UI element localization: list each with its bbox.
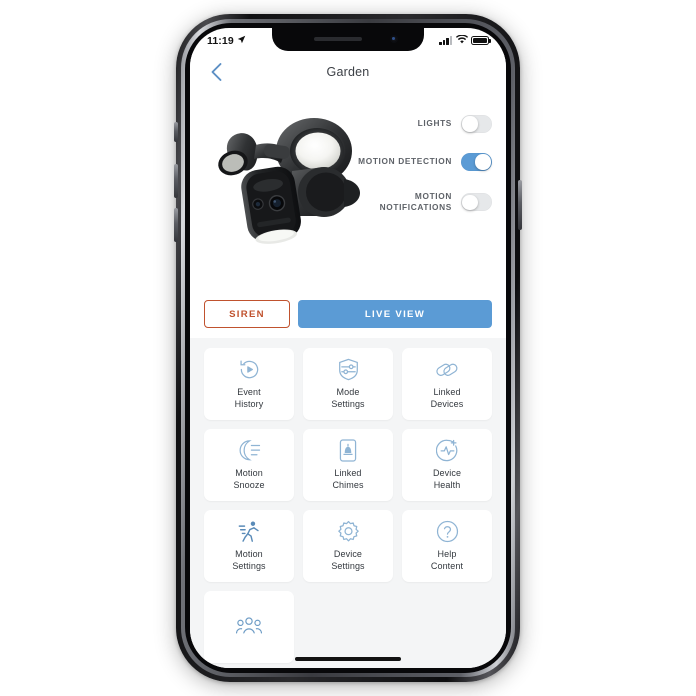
volume-down-button[interactable] — [174, 208, 178, 242]
tile-mode-settings[interactable]: Mode Settings — [303, 348, 393, 420]
tile-event-history[interactable]: Event History — [204, 348, 294, 420]
tile-label: Device Settings — [331, 548, 365, 571]
motion-settings-icon — [238, 520, 261, 544]
lights-toggle-row: LIGHTS — [358, 115, 492, 133]
status-bar-left: 11:19 — [207, 35, 246, 47]
siren-button[interactable]: SIREN — [204, 300, 290, 328]
tile-help-content[interactable]: Help Content — [402, 510, 492, 582]
status-bar-right — [439, 33, 491, 47]
device-health-icon — [435, 439, 459, 463]
volume-up-button[interactable] — [174, 164, 178, 198]
battery-icon — [471, 36, 491, 45]
status-bar-time: 11:19 — [207, 34, 234, 47]
back-button[interactable] — [204, 60, 228, 84]
motion-notifications-toggle-label: MOTION NOTIFICATIONS — [379, 191, 452, 213]
toggle-knob — [462, 116, 478, 132]
tile-label: Mode Settings — [331, 386, 365, 409]
live-view-button[interactable]: LIVE VIEW — [298, 300, 492, 328]
mode-settings-icon — [338, 358, 359, 382]
feature-grid-panel: Event History Mode Settings Linked Devic… — [190, 338, 506, 668]
tile-motion-snooze[interactable]: Motion Snooze — [204, 429, 294, 501]
status-bar: 11:19 — [190, 28, 506, 53]
chevron-left-icon — [211, 63, 221, 81]
feature-grid: Event History Mode Settings Linked Devic… — [204, 348, 492, 663]
cellular-signal-icon — [439, 36, 452, 45]
tile-label: Motion Settings — [232, 548, 266, 571]
motion-notifications-toggle[interactable] — [461, 193, 492, 212]
event-history-icon — [238, 358, 261, 382]
motion-notifications-toggle-row: MOTION NOTIFICATIONS — [358, 191, 492, 213]
toggle-list: LIGHTS MOTION DETECTION MOTION NOTIFICAT… — [358, 115, 492, 233]
silent-switch[interactable] — [174, 122, 178, 142]
motion-detection-toggle-row: MOTION DETECTION — [358, 153, 492, 171]
lights-toggle[interactable] — [461, 115, 492, 133]
device-settings-icon — [337, 520, 360, 544]
tile-label: Help Content — [430, 548, 464, 571]
tile-shared-users[interactable] — [204, 591, 294, 663]
linked-devices-icon — [435, 358, 459, 382]
tile-motion-settings[interactable]: Motion Settings — [204, 510, 294, 582]
tile-linked-devices[interactable]: Linked Devices — [402, 348, 492, 420]
tile-label: Linked Devices — [430, 386, 464, 409]
tile-device-health[interactable]: Device Health — [402, 429, 492, 501]
phone-screen: 11:19 Garden LIGHTS MOTION DETECTION MOT… — [190, 28, 506, 668]
nav-bar: Garden — [190, 53, 506, 91]
screenshot-canvas: 11:19 Garden LIGHTS MOTION DETECTION MOT… — [0, 0, 696, 696]
home-indicator[interactable] — [295, 656, 401, 661]
tile-label: Motion Snooze — [233, 467, 265, 490]
motion-snooze-icon — [237, 439, 261, 463]
linked-chimes-icon — [339, 439, 357, 463]
toggle-knob — [475, 154, 491, 170]
tile-label: Linked Chimes — [332, 467, 364, 490]
tile-label: Event History — [234, 386, 264, 409]
action-button-bar: SIREN LIVE VIEW — [190, 290, 506, 338]
tile-linked-chimes[interactable]: Linked Chimes — [303, 429, 393, 501]
wifi-icon — [455, 33, 468, 47]
page-title: Garden — [326, 65, 370, 79]
motion-detection-toggle[interactable] — [461, 153, 492, 171]
shared-users-icon — [236, 613, 262, 637]
lights-toggle-label: LIGHTS — [417, 118, 452, 129]
power-button[interactable] — [518, 180, 522, 230]
help-content-icon — [436, 520, 459, 544]
floodlight-camera-image — [206, 105, 368, 245]
phone-device: 11:19 Garden LIGHTS MOTION DETECTION MOT… — [174, 14, 522, 682]
device-hero-panel: LIGHTS MOTION DETECTION MOTION NOTIFICAT… — [190, 91, 506, 297]
motion-detection-toggle-label: MOTION DETECTION — [358, 156, 452, 167]
tile-label: Device Health — [432, 467, 462, 490]
toggle-knob — [462, 194, 478, 210]
tile-device-settings[interactable]: Device Settings — [303, 510, 393, 582]
location-arrow-icon — [237, 35, 246, 47]
